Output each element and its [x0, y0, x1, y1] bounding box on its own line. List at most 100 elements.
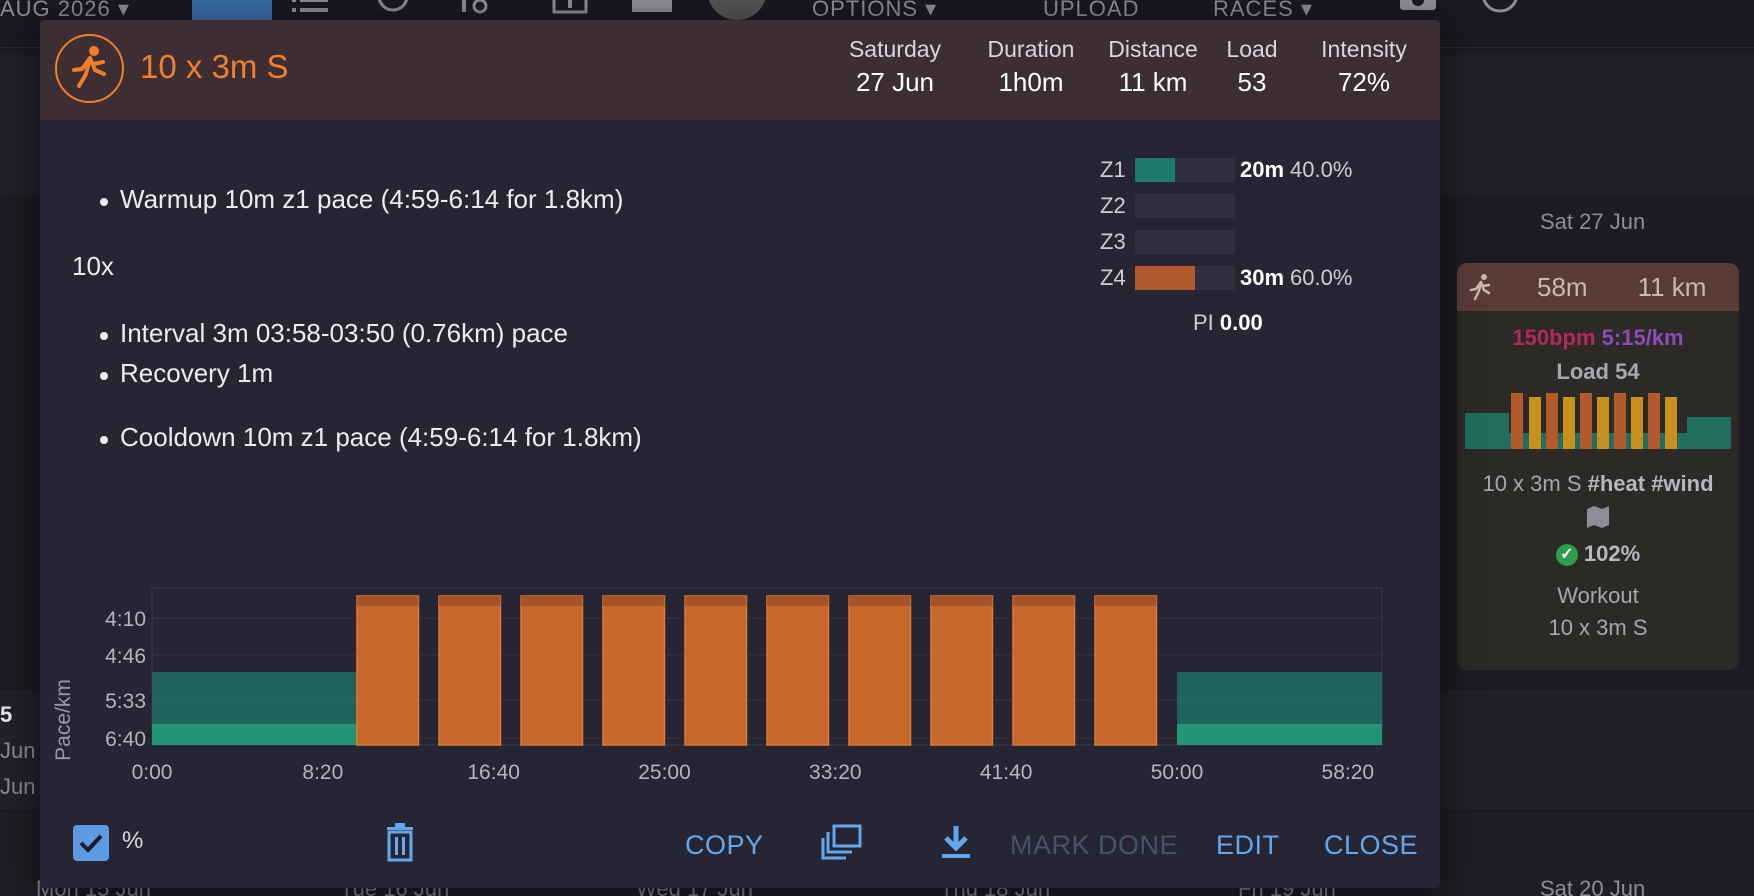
x-axis-ticks: 0:00 8:20 16:40 25:00 33:20 41:40 50:00 58:20 — [132, 761, 1375, 784]
interval-bar — [1094, 595, 1158, 746]
list-view-icon[interactable] — [292, 0, 328, 20]
duplicate-icon[interactable] — [820, 820, 864, 864]
copy-button[interactable]: COPY — [685, 830, 764, 861]
interval-bar-cap — [685, 596, 747, 606]
interval-bar — [356, 595, 420, 746]
zone-bar-track — [1135, 266, 1235, 290]
library-icon[interactable] — [630, 0, 674, 20]
run-icon — [55, 34, 124, 103]
activity-load: Load 54 — [1556, 359, 1640, 384]
week-date: Jun — [0, 774, 36, 799]
workout-dialog: 10 x 3m S Saturday 27 Jun Duration 1h0m … — [40, 20, 1440, 888]
calendar-view-icon[interactable] — [192, 0, 272, 20]
stat-date: Saturday 27 Jun — [844, 36, 946, 98]
day-header: Sat 20 Jun — [1540, 876, 1646, 896]
y-axis-ticks: 4:10 4:46 5:33 6:40 — [105, 608, 146, 751]
stat-duration: Duration 1h0m — [984, 36, 1078, 98]
stat-label: Intensity — [1321, 36, 1407, 62]
activity-duration: 58m — [1537, 271, 1588, 302]
x-tick-label: 16:40 — [467, 761, 520, 784]
interval-bar — [848, 595, 912, 746]
stat-label: Load — [1226, 36, 1278, 62]
y-axis-label: Pace/km — [52, 679, 75, 761]
edit-button[interactable]: EDIT — [1216, 830, 1280, 861]
x-tick-label: 0:00 — [132, 761, 173, 784]
x-tick-label: 25:00 — [638, 761, 691, 784]
avatar[interactable] — [704, 0, 770, 20]
month-label: AUG 2026 — [0, 0, 111, 21]
mark-done-button[interactable]: MARK DONE — [1010, 830, 1178, 861]
checkmark-icon — [79, 834, 103, 853]
activity-title-text: 10 x 3m S — [1482, 471, 1588, 496]
y-tick-label: 4:10 — [105, 608, 146, 631]
activity-card[interactable]: 58m 11 km 150bpm 5:15/km Load 54 10 x 3m… — [1457, 263, 1739, 670]
month-selector[interactable]: AUG 2026 ▾ — [0, 0, 130, 22]
x-tick-label: 50:00 — [1151, 761, 1204, 784]
interval-bar-cap — [767, 596, 829, 606]
options-label: OPTIONS — [812, 0, 919, 21]
percent-checkbox[interactable] — [73, 825, 109, 861]
races-label: RACES — [1213, 0, 1294, 21]
activity-distance: 11 km — [1637, 271, 1707, 302]
stat-value: 72% — [1337, 67, 1391, 97]
y-tick-label: 6:40 — [105, 728, 146, 751]
dialog-title: 10 x 3m S — [140, 48, 289, 85]
upload-button[interactable]: UPLOAD — [1043, 0, 1139, 22]
interval-bar — [930, 595, 994, 746]
pace-target-low — [1177, 724, 1382, 745]
stat-label: Saturday — [848, 36, 942, 62]
target-icon[interactable] — [375, 0, 411, 20]
compliance-value: 102% — [1583, 541, 1641, 566]
pi-value: 0.00 — [1219, 310, 1263, 335]
repeat-count: 10x — [72, 251, 114, 281]
stat-value: 53 — [1237, 67, 1267, 97]
interval-bar-cap — [931, 596, 993, 606]
zone-label: Z2 — [1100, 193, 1126, 218]
zone-bar-track — [1135, 158, 1235, 182]
step-warmup: Warmup 10m z1 pace (4:59-6:14 for 1.8km) — [99, 184, 624, 214]
y-tick-label: 5:33 — [105, 690, 146, 713]
stat-value: 27 Jun — [855, 67, 935, 97]
x-tick-label: 58:20 — [1322, 761, 1375, 784]
activity-tags: #heat #wind — [1587, 471, 1714, 496]
zone-percent: 40.0% — [1290, 157, 1353, 182]
pi-label: PI — [1193, 310, 1214, 335]
x-tick-label: 33:20 — [809, 761, 862, 784]
interval-bar — [438, 595, 502, 746]
week-number: 5 — [0, 702, 13, 727]
step-cooldown: Cooldown 10m z1 pace (4:59-6:14 for 1.8k… — [100, 422, 642, 452]
tools-icon[interactable] — [458, 0, 492, 20]
zone-bar-fill — [1135, 266, 1195, 290]
close-button[interactable]: CLOSE — [1324, 830, 1418, 861]
add-icon[interactable] — [552, 0, 588, 20]
stat-label: Distance — [1108, 36, 1198, 62]
activity-mini-chart — [1465, 393, 1731, 449]
interval-bar — [1012, 595, 1076, 746]
options-menu[interactable]: OPTIONS ▾ — [812, 0, 937, 22]
zone-label: Z1 — [1100, 157, 1126, 182]
interval-bar — [684, 595, 748, 746]
help-icon[interactable] — [1480, 0, 1520, 20]
pace-target-low — [152, 724, 357, 745]
stat-value: 11 km — [1118, 67, 1188, 97]
zone-percent: 60.0% — [1290, 265, 1353, 290]
interval-bar-cap — [1095, 596, 1157, 606]
zone-label: Z4 — [1100, 265, 1126, 290]
delete-icon[interactable] — [378, 820, 422, 864]
percent-label: % — [122, 827, 144, 854]
interval-bar-cap — [521, 596, 583, 606]
interval-bar — [766, 595, 830, 746]
pi-metric: PI 0.00 — [1193, 310, 1263, 336]
activity-title: 10 x 3m S #heat #wind — [1457, 471, 1739, 497]
zone-label: Z3 — [1100, 229, 1126, 254]
interval-bar-cap — [849, 596, 911, 606]
camera-icon[interactable] — [1398, 0, 1438, 20]
run-icon — [1467, 273, 1495, 301]
zone-bar-fill — [1135, 158, 1175, 182]
x-tick-label: 8:20 — [302, 761, 343, 784]
races-menu[interactable]: RACES ▾ — [1213, 0, 1313, 22]
download-icon[interactable] — [934, 820, 978, 864]
stat-load: Load 53 — [1224, 36, 1280, 98]
map-icon — [1457, 505, 1739, 535]
stat-label: Duration — [987, 36, 1075, 62]
